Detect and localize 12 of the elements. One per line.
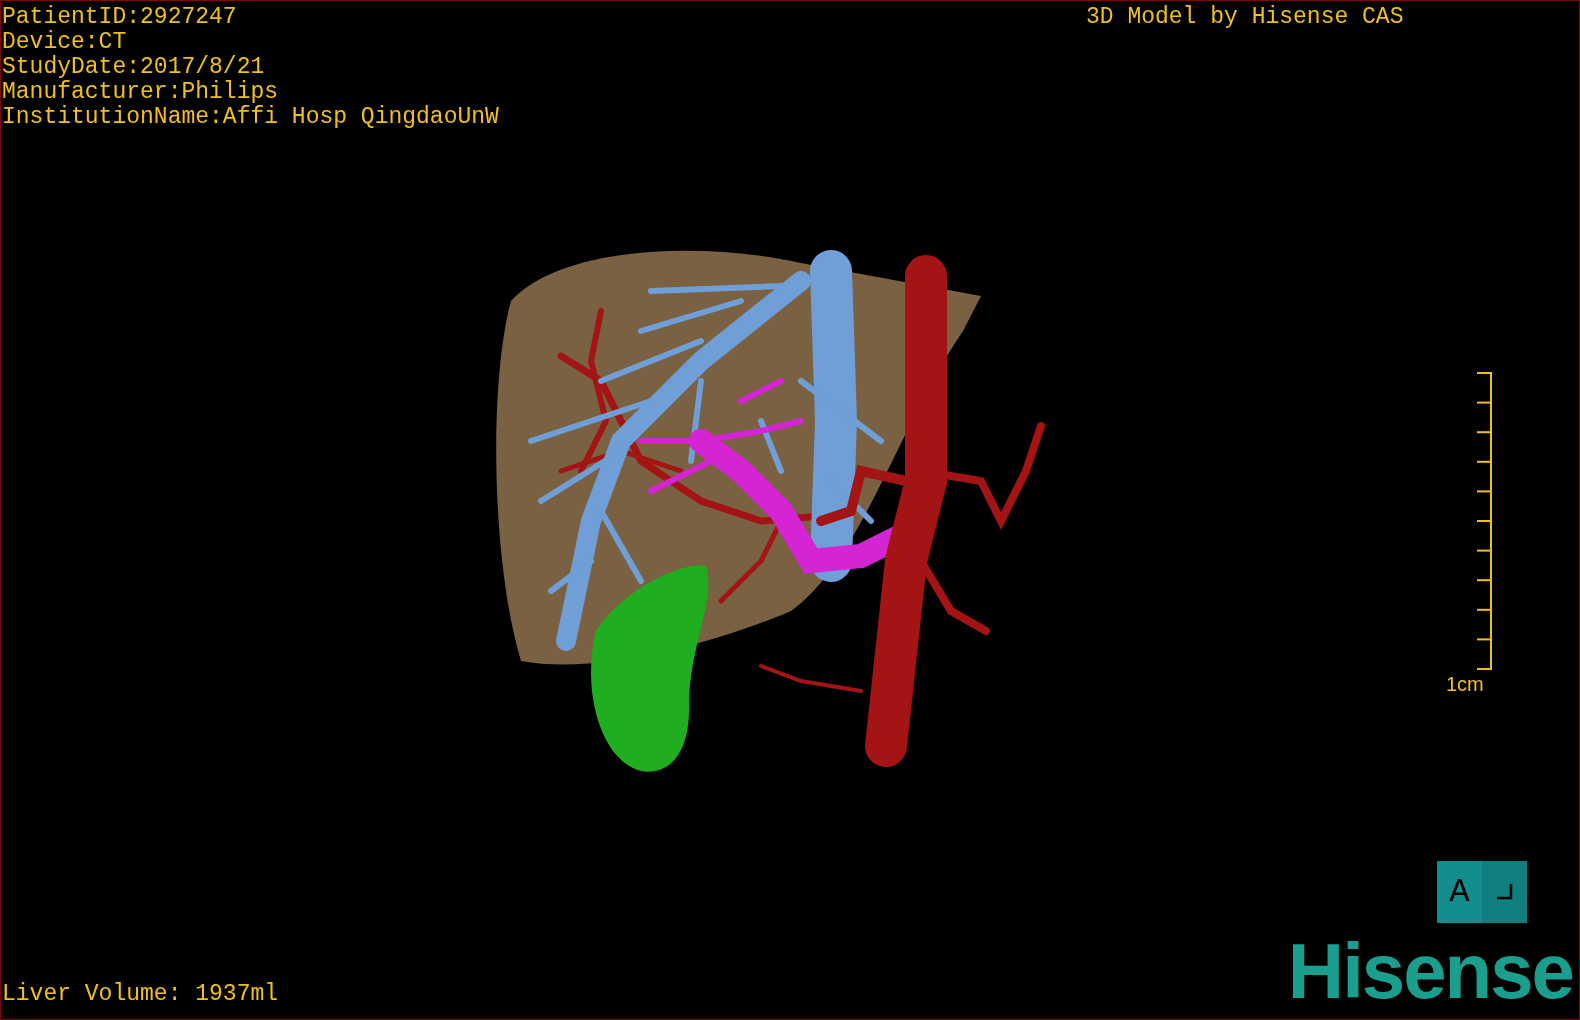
corner-icon	[1494, 882, 1515, 902]
scale-label: 1cm	[1446, 673, 1484, 695]
patient-info-line: PatientID:2927247	[2, 5, 238, 30]
patient-info-line: InstitutionName:Affi Hosp QingdaoUnW	[2, 105, 499, 130]
brand-logo: Hisense	[1287, 931, 1573, 1011]
orientation-cube[interactable]: A	[1437, 861, 1527, 923]
patient-info-line: Manufacturer:Philips	[2, 80, 280, 105]
patient-info-line: Device:CT	[2, 30, 128, 55]
patient-info-line: StudyDate:2017/8/21	[2, 55, 266, 80]
orientation-label: A	[1448, 872, 1471, 913]
viewer-title: 3D Model by Hisense CAS	[1086, 5, 1404, 30]
liver-volume: Liver Volume: 1937ml	[2, 982, 279, 1007]
